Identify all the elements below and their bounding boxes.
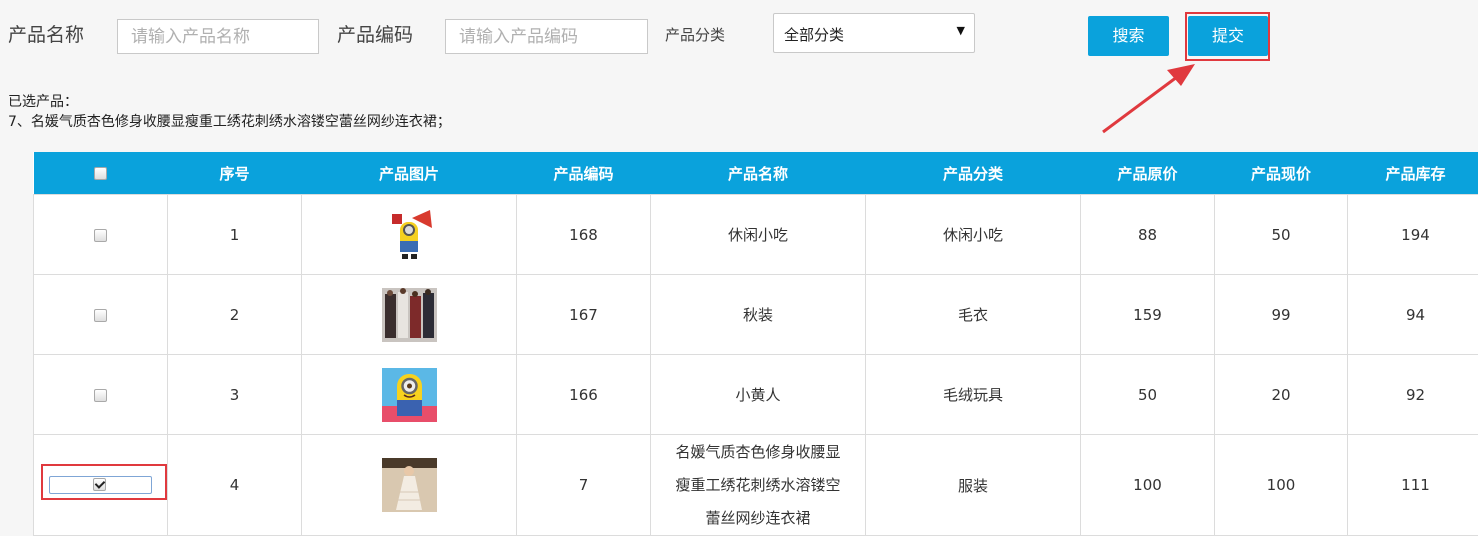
cell-index: 1 [168,195,302,275]
cell-code: 7 [517,435,651,536]
cell-code: 166 [517,355,651,435]
cell-current-price: 99 [1215,275,1348,355]
dropdown-arrow-icon: ▼ [957,24,965,37]
cell-stock: 92 [1348,355,1478,435]
header-image: 产品图片 [302,152,517,195]
cell-stock: 111 [1348,435,1478,536]
selected-products-list: 7、名媛气质杏色修身收腰显瘦重工绣花刺绣水溶镂空蕾丝网纱连衣裙； [8,112,451,132]
minion-toy-image [382,368,437,422]
cell-current-price: 50 [1215,195,1348,275]
table-header-row: 序号 产品图片 产品编码 产品名称 产品分类 产品原价 产品现价 产品库存 [34,152,1478,195]
select-all-header [34,152,168,195]
table-row: 2 167 秋装 毛衣 159 99 94 [34,275,1478,355]
select-all-checkbox[interactable] [94,167,107,180]
row-checkbox[interactable] [94,389,107,402]
header-current-price: 产品现价 [1215,152,1348,195]
cell-code: 167 [517,275,651,355]
header-category: 产品分类 [866,152,1081,195]
cell-image [302,435,517,536]
product-table: 序号 产品图片 产品编码 产品名称 产品分类 产品原价 产品现价 产品库存 1 [33,152,1478,536]
cell-name: 小黄人 [651,355,866,435]
product-name-label: 产品名称 [8,23,84,47]
header-original-price: 产品原价 [1081,152,1215,195]
cell-category: 服装 [866,435,1081,536]
cell-image [302,195,517,275]
category-select-value: 全部分类 [784,24,844,45]
row-select-cell [34,195,168,275]
row-checkbox[interactable] [93,478,106,491]
cell-index: 4 [168,435,302,536]
cell-image [302,355,517,435]
cell-code: 168 [517,195,651,275]
cell-original-price: 100 [1081,435,1215,536]
cell-name: 休闲小吃 [651,195,866,275]
selected-products: 已选产品： 7、名媛气质杏色修身收腰显瘦重工绣花刺绣水溶镂空蕾丝网纱连衣裙； [8,92,451,132]
row-select-cell [34,435,168,536]
selected-products-label: 已选产品： [8,92,451,112]
row-checkbox-focus [49,476,152,494]
cell-original-price: 50 [1081,355,1215,435]
row-checkbox[interactable] [94,229,107,242]
cell-name: 秋装 [651,275,866,355]
cell-name-line: 名媛气质杏色修身收腰显 [651,436,865,469]
cell-category: 毛衣 [866,275,1081,355]
category-select[interactable]: 全部分类 ▼ [773,13,975,53]
cell-stock: 194 [1348,195,1478,275]
cell-name-line: 蕾丝网纱连衣裙 [651,502,865,535]
cell-current-price: 100 [1215,435,1348,536]
cell-original-price: 159 [1081,275,1215,355]
minion-megaphone-image [382,208,437,262]
cell-category: 休闲小吃 [866,195,1081,275]
cell-current-price: 20 [1215,355,1348,435]
product-code-label: 产品编码 [337,23,413,47]
row-select-cell [34,275,168,355]
header-index: 序号 [168,152,302,195]
table-row: 4 7 名媛气质杏色修身收腰显 瘦重工绣花刺绣水溶镂空 蕾丝网纱连衣裙 服装 1… [34,435,1478,536]
cell-name-line: 瘦重工绣花刺绣水溶镂空 [651,469,865,502]
product-category-label: 产品分类 [665,23,725,47]
header-code: 产品编码 [517,152,651,195]
submit-button[interactable]: 提交 [1188,16,1268,56]
cell-name: 名媛气质杏色修身收腰显 瘦重工绣花刺绣水溶镂空 蕾丝网纱连衣裙 [651,435,866,536]
lace-dress-image [382,458,437,512]
cell-original-price: 88 [1081,195,1215,275]
cell-category: 毛绒玩具 [866,355,1081,435]
cell-image [302,275,517,355]
header-stock: 产品库存 [1348,152,1478,195]
header-name: 产品名称 [651,152,866,195]
row-select-cell [34,355,168,435]
row-checkbox[interactable] [94,309,107,322]
table-row: 3 166 小黄人 毛绒玩具 50 20 92 [34,355,1478,435]
product-name-input[interactable] [117,19,319,54]
product-code-input[interactable] [445,19,648,54]
annotation-arrow-icon [1095,62,1205,142]
table-row: 1 168 休闲小吃 休闲小吃 88 50 194 [34,195,1478,275]
autumn-outfits-image [382,288,437,342]
cell-index: 2 [168,275,302,355]
cell-index: 3 [168,355,302,435]
cell-stock: 94 [1348,275,1478,355]
search-button[interactable]: 搜索 [1088,16,1169,56]
